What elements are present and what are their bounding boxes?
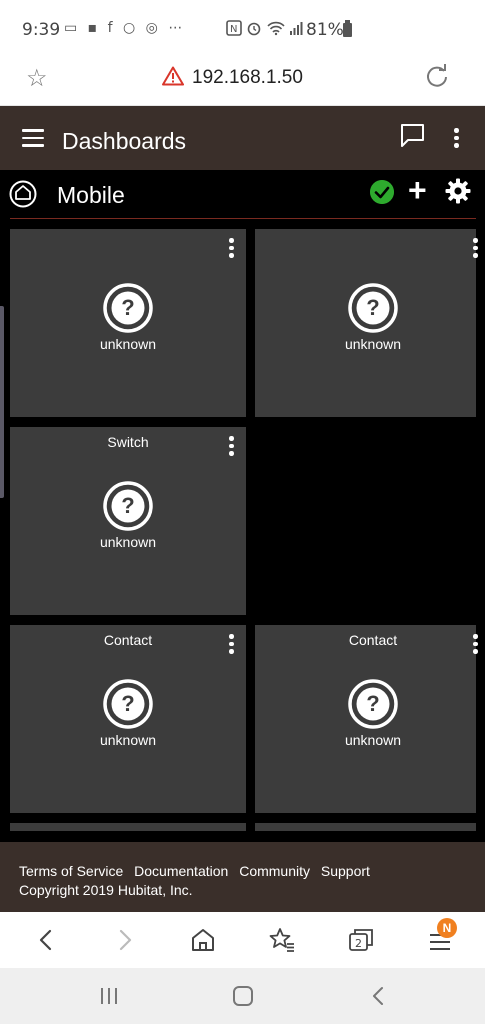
app-header: Dashboards bbox=[0, 106, 485, 170]
tile-state: unknown bbox=[99, 732, 157, 748]
unknown-device-icon: ? bbox=[348, 283, 398, 333]
tile[interactable]: Contact ? unknown bbox=[10, 625, 246, 813]
battery-percent: 81% bbox=[306, 20, 344, 40]
tile[interactable]: ? unknown bbox=[10, 229, 246, 417]
svg-text:?: ? bbox=[121, 295, 134, 320]
tile-menu-icon[interactable] bbox=[473, 238, 479, 260]
tile[interactable] bbox=[255, 823, 476, 831]
dashboard-divider bbox=[10, 218, 476, 219]
recent-apps-icon[interactable] bbox=[96, 984, 122, 1008]
unknown-device-icon: ? bbox=[103, 283, 153, 333]
terms-link[interactable]: Terms of Service bbox=[19, 863, 123, 879]
add-tile-button[interactable]: + bbox=[408, 174, 427, 206]
address-bar: ☆ 192.168.1.50 bbox=[0, 58, 485, 106]
hubitat-logo-icon[interactable] bbox=[9, 180, 37, 208]
tile-state: unknown bbox=[344, 336, 402, 352]
reload-icon[interactable] bbox=[424, 64, 450, 90]
tabs-icon[interactable]: 2 bbox=[347, 926, 375, 954]
footer-links: Terms of Service Documentation Community… bbox=[19, 863, 377, 879]
documentation-link[interactable]: Documentation bbox=[134, 863, 228, 879]
unknown-device-icon: ? bbox=[103, 481, 153, 531]
dashboard-name: Mobile bbox=[57, 182, 125, 208]
page-footer: Terms of Service Documentation Community… bbox=[0, 842, 485, 912]
unknown-device-icon: ? bbox=[103, 679, 153, 729]
alarm-icon bbox=[248, 22, 261, 36]
page-title: Dashboards bbox=[62, 128, 187, 154]
tile-state: unknown bbox=[99, 336, 157, 352]
home-button-icon[interactable] bbox=[230, 984, 256, 1008]
status-bar: 9:39 ▭ ▪ f ○ ◎ ⋯ N 81% bbox=[0, 0, 485, 58]
tile-menu-icon[interactable] bbox=[473, 634, 479, 656]
edge-panel-handle[interactable] bbox=[0, 306, 4, 498]
bookmark-star-icon[interactable]: ☆ bbox=[26, 64, 48, 93]
notification-badge: N bbox=[437, 918, 457, 938]
tile-menu-icon[interactable] bbox=[229, 238, 235, 260]
dashboard-header: Mobile + bbox=[0, 170, 485, 220]
svg-text:?: ? bbox=[366, 691, 379, 716]
forward-icon[interactable] bbox=[111, 926, 139, 954]
browser-toolbar: 2 N bbox=[0, 912, 485, 968]
system-status-icons: N bbox=[226, 20, 303, 36]
gear-icon[interactable] bbox=[445, 178, 471, 204]
home-icon[interactable] bbox=[189, 926, 217, 954]
tile[interactable]: Contact ? unknown bbox=[255, 625, 479, 813]
tile-label: Switch bbox=[107, 434, 149, 450]
system-navigation-bar bbox=[0, 968, 485, 1024]
copyright: Copyright 2019 Hubitat, Inc. bbox=[19, 882, 193, 898]
tile-menu-icon[interactable] bbox=[229, 634, 235, 656]
nfc-icon: N bbox=[226, 20, 242, 36]
url-field[interactable]: 192.168.1.50 bbox=[192, 67, 303, 89]
community-link[interactable]: Community bbox=[239, 863, 310, 879]
notification-icons: ▭ ▪ f ○ ◎ ⋯ bbox=[64, 20, 186, 36]
tile[interactable]: ? unknown bbox=[255, 229, 479, 417]
hamburger-menu-icon[interactable] bbox=[22, 129, 44, 147]
battery-icon bbox=[343, 20, 352, 37]
wifi-icon bbox=[267, 21, 285, 36]
system-back-icon[interactable] bbox=[366, 984, 392, 1008]
chat-icon[interactable] bbox=[399, 122, 426, 149]
svg-text:?: ? bbox=[121, 493, 134, 518]
tile-state: unknown bbox=[344, 732, 402, 748]
svg-text:?: ? bbox=[366, 295, 379, 320]
connected-check-icon bbox=[370, 180, 394, 204]
tile-label: Contact bbox=[348, 632, 398, 648]
support-link[interactable]: Support bbox=[321, 863, 370, 879]
bookmarks-icon[interactable] bbox=[268, 926, 296, 954]
svg-text:N: N bbox=[230, 24, 237, 35]
tab-count: 2 bbox=[355, 937, 362, 950]
overflow-menu-icon[interactable] bbox=[454, 128, 460, 150]
back-icon[interactable] bbox=[32, 926, 60, 954]
signal-icon bbox=[290, 22, 303, 35]
unknown-device-icon: ? bbox=[348, 679, 398, 729]
tile-state: unknown bbox=[99, 534, 157, 550]
tile-menu-icon[interactable] bbox=[229, 436, 235, 458]
tile[interactable] bbox=[10, 823, 246, 831]
status-time: 9:39 bbox=[22, 20, 61, 40]
tile-label: Contact bbox=[103, 632, 153, 648]
svg-text:?: ? bbox=[121, 691, 134, 716]
tile[interactable]: Switch ? unknown bbox=[10, 427, 246, 615]
warning-triangle-icon[interactable] bbox=[162, 66, 184, 86]
